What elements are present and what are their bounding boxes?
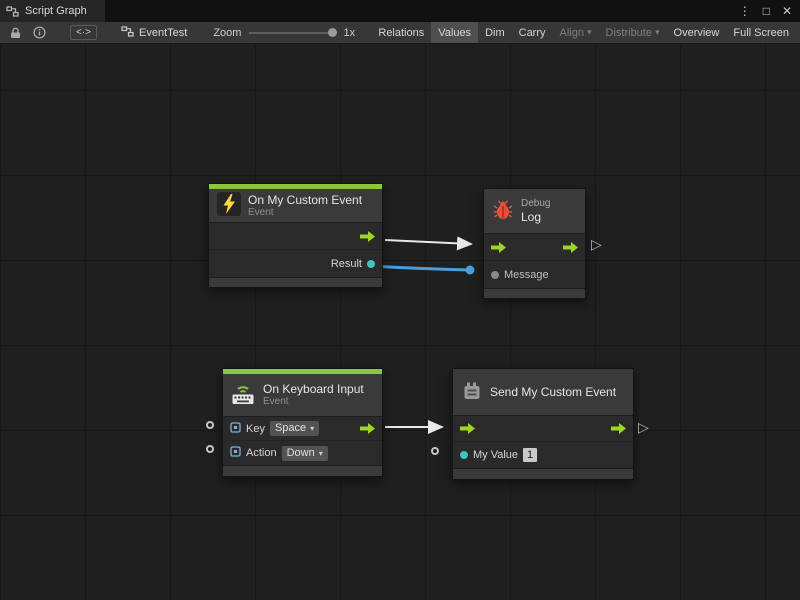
graph-toolbar: <·> EventTest Zoom 1x Relations Values D… [0,22,800,44]
node-title: On My Custom Event [248,193,362,207]
node-subtitle: Event [248,207,362,219]
graph-canvas[interactable]: On My Custom Event Event Result [0,44,800,600]
action-dropdown[interactable]: Down▾ [282,446,328,461]
tab-label: Script Graph [25,5,87,17]
relations-button[interactable]: Relations [371,22,431,43]
node-debug-log[interactable]: Debug Log Message [483,188,586,299]
my-value-input[interactable]: 1 [523,448,537,462]
port-label-action: Action [246,447,277,459]
node-surtitle: Debug [521,198,550,210]
window-tab-bar: Script Graph ⋮ □ ✕ [0,0,800,22]
overview-button[interactable]: Overview [667,22,727,43]
node-header[interactable]: On Keyboard Input Event [223,374,382,416]
node-on-my-custom-event[interactable]: On My Custom Event Event Result [208,183,383,288]
flow-output-port[interactable] [360,423,375,434]
keycap-icon [230,422,241,436]
script-graph-icon [121,26,134,40]
node-footer [223,466,382,476]
node-on-keyboard-input[interactable]: On Keyboard Input Event Key Space▾ [222,368,383,477]
graph-reference[interactable]: EventTest [121,26,187,40]
zoom-slider-thumb[interactable] [328,28,337,37]
unconnected-input-port[interactable] [431,447,439,455]
node-footer [453,469,633,479]
dim-button[interactable]: Dim [478,22,512,43]
lock-icon[interactable] [4,22,27,43]
zoom-value: 1x [343,27,355,39]
custom-event-icon [461,380,483,405]
chevron-down-icon: ▾ [655,28,660,37]
zoom-slider-track [249,32,337,34]
flow-continuation-icon: ▷ [591,237,602,251]
full-screen-button[interactable]: Full Screen [726,22,796,43]
node-header[interactable]: On My Custom Event Event [209,189,382,222]
zoom-label: Zoom [213,27,241,39]
lightning-icon [217,192,241,219]
window-menu-icon[interactable]: ⋮ [739,5,751,17]
node-header[interactable]: Debug Log [484,189,585,233]
value-input-port[interactable] [491,271,499,279]
toolbar-buttons: Relations Values Dim Carry Align▾ Distri… [371,22,796,43]
node-footer [209,278,382,287]
flow-output-port[interactable] [360,231,375,242]
port-label-my-value: My Value [473,449,518,461]
tab-script-graph[interactable]: Script Graph [0,0,105,22]
zoom-slider[interactable] [249,28,337,38]
flow-output-port[interactable] [611,423,626,434]
chevron-down-icon: ▾ [310,422,314,435]
chevron-down-icon: ▾ [587,28,592,37]
bug-icon [492,199,514,224]
values-button[interactable]: Values [431,22,478,43]
graph-name: EventTest [139,27,187,39]
carry-button[interactable]: Carry [512,22,553,43]
keycap-icon [230,446,241,460]
node-title: Log [521,210,550,224]
key-dropdown[interactable]: Space▾ [270,421,319,436]
flow-continuation-icon: ▷ [638,420,649,434]
value-input-port[interactable] [460,451,468,459]
flow-output-port[interactable] [563,242,578,253]
port-label-key: Key [246,423,265,435]
value-output-port[interactable] [367,260,375,268]
script-graph-window: Script Graph ⋮ □ ✕ <·> EventTest Zoom 1x [0,0,800,600]
unconnected-input-port[interactable] [206,445,214,453]
node-title: On Keyboard Input [263,382,364,396]
node-send-my-custom-event[interactable]: Send My Custom Event My Value 1 [452,368,634,480]
distribute-button[interactable]: Distribute▾ [599,22,667,43]
unconnected-input-port[interactable] [206,421,214,429]
window-close-icon[interactable]: ✕ [782,5,792,17]
connection-wires [0,44,800,600]
wire-endpoint-dot [466,266,475,275]
value-wire-result-to-message[interactable] [371,266,470,270]
info-icon[interactable] [27,22,52,43]
node-title: Send My Custom Event [490,385,616,399]
chevron-down-icon: ▾ [319,447,323,460]
align-button[interactable]: Align▾ [553,22,599,43]
flow-wire-custom-event-to-log[interactable] [385,240,471,244]
graph-icon [6,6,19,17]
window-controls: ⋮ □ ✕ [739,0,800,22]
code-icon[interactable]: <·> [70,25,97,40]
port-label-result: Result [331,258,362,270]
window-maximize-icon[interactable]: □ [763,5,770,17]
node-subtitle: Event [263,396,364,408]
flow-input-port[interactable] [460,423,475,434]
port-label-message: Message [504,269,549,281]
node-footer [484,289,585,298]
flow-input-port[interactable] [491,242,506,253]
node-header[interactable]: Send My Custom Event [453,369,633,415]
keyboard-icon [230,382,256,409]
